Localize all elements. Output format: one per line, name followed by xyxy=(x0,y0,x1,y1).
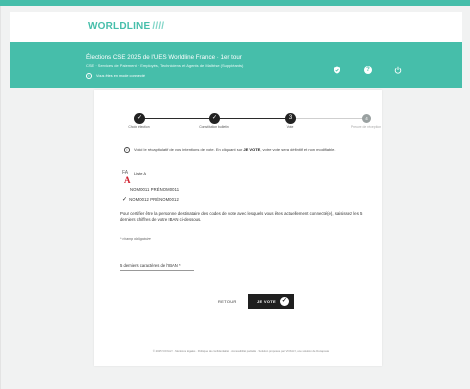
brand-mark: //// xyxy=(152,21,165,32)
iban-input[interactable] xyxy=(120,270,194,271)
help-icon[interactable]: ? xyxy=(364,66,372,74)
list-a-logo-icon: A xyxy=(124,175,131,185)
info-icon: i xyxy=(86,73,92,79)
step-1-label: Choix élection xyxy=(128,125,150,129)
step-2-done: ✓ xyxy=(209,113,220,124)
check-icon: ✓ xyxy=(122,197,128,203)
power-icon[interactable] xyxy=(394,66,402,74)
stepper-connector-1 xyxy=(143,118,213,119)
notice-prefix: Voici le récapitulatif de vos intentions… xyxy=(134,147,243,153)
list-name: Liste A xyxy=(134,171,147,176)
brand-name: WORLDLINE xyxy=(88,21,151,32)
connection-status: i Vous êtes en mode connecté xyxy=(86,73,145,79)
info-icon: i xyxy=(124,147,130,153)
step-3-current: 3 xyxy=(285,113,296,124)
notice-suffix: , votre vote sera définitif et non modif… xyxy=(260,147,336,153)
connection-status-text: Vous êtes en mode connecté xyxy=(96,74,145,78)
candidate-name: NOM0012 PRÉNOM0012 xyxy=(129,197,179,202)
notice-strong: JE VOTE xyxy=(243,147,261,153)
brand-bar xyxy=(10,12,462,42)
shield-icon[interactable] xyxy=(333,66,341,74)
step-4-label: Preuve de réception xyxy=(350,125,382,129)
election-subtitle: CSE · Services de Paiement · Employés, T… xyxy=(86,63,244,68)
stepper-connector-3 xyxy=(295,118,365,119)
back-button[interactable]: RETOUR xyxy=(218,299,237,304)
vote-card xyxy=(94,90,382,366)
step-1-done: ✓ xyxy=(134,113,145,124)
candidate-item-selected: ✓ NOM0012 PRÉNOM0012 xyxy=(122,196,179,203)
page-footer: © 2025 VOXALY · Mentions légales · Polit… xyxy=(152,350,330,353)
election-title: Élections CSE 2025 de l'UES Worldline Fr… xyxy=(86,54,242,61)
vote-notice: i Voici le récapitulatif de vos intention… xyxy=(124,147,335,153)
vote-button[interactable]: JE VOTE ✓ xyxy=(248,294,294,309)
stepper-connector-2 xyxy=(219,118,289,119)
check-circle-icon: ✓ xyxy=(280,297,289,306)
step-4-pending: 4 xyxy=(362,114,371,123)
certify-instructions: Pour certifier être la personne destinat… xyxy=(120,211,363,222)
step-3-label: Vote xyxy=(286,125,294,129)
candidate-item: NOM0011 PRÉNOM0011 xyxy=(130,187,180,192)
vote-button-label: JE VOTE xyxy=(257,299,276,304)
step-2-label: Constitution bulletin xyxy=(199,125,229,129)
required-field-note: * champ obligatoire xyxy=(120,237,151,241)
iban-field-label[interactable]: 5 derniers caractères de l'IBAN * xyxy=(120,263,181,268)
worldline-logo[interactable]: WORLDLINE//// xyxy=(88,21,164,32)
